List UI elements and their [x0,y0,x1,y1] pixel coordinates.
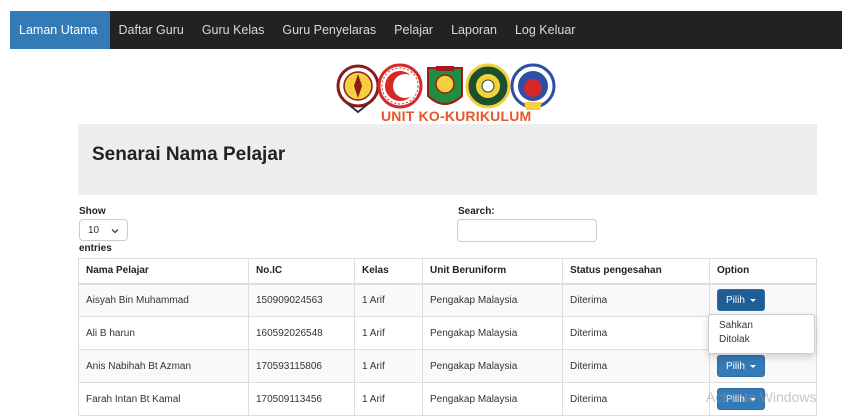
pilih-dropdown-button[interactable]: Pilih [717,289,765,312]
page-title: Senarai Nama Pelajar [92,144,286,165]
kadet-polis-logo-icon [427,66,463,105]
menu-item-sahkan[interactable]: Sahkan [709,319,814,333]
pilih-label: Pilih [726,360,745,372]
header-unit-beruniform[interactable]: Unit Beruniform [422,258,563,285]
cell-kelas: 1 Arif [354,382,423,416]
search-label: Search: [458,206,495,217]
cell-nama: Farah Intan Bt Kamal [78,382,249,416]
cell-unit: Pengakap Malaysia [422,349,563,383]
pengakap-logo-icon [336,64,380,114]
caret-down-icon [749,364,756,368]
cell-kelas: 1 Arif [354,283,423,317]
entries-value: 10 [88,224,100,236]
nav-laman-utama[interactable]: Laman Utama [10,11,110,49]
cell-status: Diterima [562,382,710,416]
puteri-islam-logo-icon [510,63,556,110]
table-row: Aisyah Bin Muhammad 150909024563 1 Arif … [78,283,817,317]
cell-status: Diterima [562,349,710,383]
cell-nama: Anis Nabihah Bt Azman [78,349,249,383]
pilih-dropdown-button[interactable]: Pilih [717,355,765,377]
cell-kelas: 1 Arif [354,349,423,383]
page-header-panel: Senarai Nama Pelajar [78,124,817,195]
header-option[interactable]: Option [709,258,817,285]
cell-ic: 170593115806 [248,349,355,383]
cell-unit: Pengakap Malaysia [422,316,563,350]
entries-label: entries [79,243,112,254]
pilih-dropdown-menu: Sahkan Ditolak [708,314,815,354]
cell-unit: Pengakap Malaysia [422,382,563,416]
table-header-row: Nama Pelajar No.IC Kelas Unit Beruniform… [78,258,817,285]
menu-item-ditolak[interactable]: Ditolak [709,333,814,347]
nav-log-keluar[interactable]: Log Keluar [506,11,584,49]
table-row: Ali B harun 160592026548 1 Arif Pengakap… [78,316,817,350]
nav-daftar-guru[interactable]: Daftar Guru [110,11,193,49]
table-row: Anis Nabihah Bt Azman 170593115806 1 Ari… [78,349,817,383]
nav-guru-kelas[interactable]: Guru Kelas [193,11,274,49]
cell-option: Pilih [709,349,817,383]
header-no-ic[interactable]: No.IC [248,258,355,285]
header-kelas[interactable]: Kelas [354,258,423,285]
top-border [0,0,842,8]
cell-nama: Ali B harun [78,316,249,350]
nav-pelajar[interactable]: Pelajar [385,11,442,49]
cell-option: Pilih [709,283,817,317]
cell-ic: 160592026548 [248,316,355,350]
cell-status: Diterima [562,283,710,317]
header-status-pengesahan[interactable]: Status pengesahan [562,258,710,285]
cell-nama: Aisyah Bin Muhammad [78,283,249,317]
activate-windows-watermark: Activate Windows [706,389,817,405]
header-nama-pelajar[interactable]: Nama Pelajar [78,258,249,285]
bulan-sabit-merah-logo-icon [377,63,423,109]
unit-kokurikulum-caption: UNIT KO-KURIKULUM [381,108,532,124]
entries-per-page-select[interactable]: 10 [79,219,128,241]
pilih-label: Pilih [726,294,745,306]
caret-down-icon [749,298,756,302]
kadet-remaja-logo-icon [465,63,511,109]
nav-guru-penyelaras[interactable]: Guru Penyelaras [273,11,385,49]
cell-ic: 150909024563 [248,283,355,317]
nav-laporan[interactable]: Laporan [442,11,506,49]
chevron-down-icon [111,229,119,234]
cell-status: Diterima [562,316,710,350]
search-input[interactable] [457,219,597,242]
main-navbar: Laman Utama Daftar Guru Guru Kelas Guru … [10,11,842,49]
cell-kelas: 1 Arif [354,316,423,350]
show-label: Show [79,206,106,217]
cell-ic: 170509113456 [248,382,355,416]
cell-unit: Pengakap Malaysia [422,283,563,317]
